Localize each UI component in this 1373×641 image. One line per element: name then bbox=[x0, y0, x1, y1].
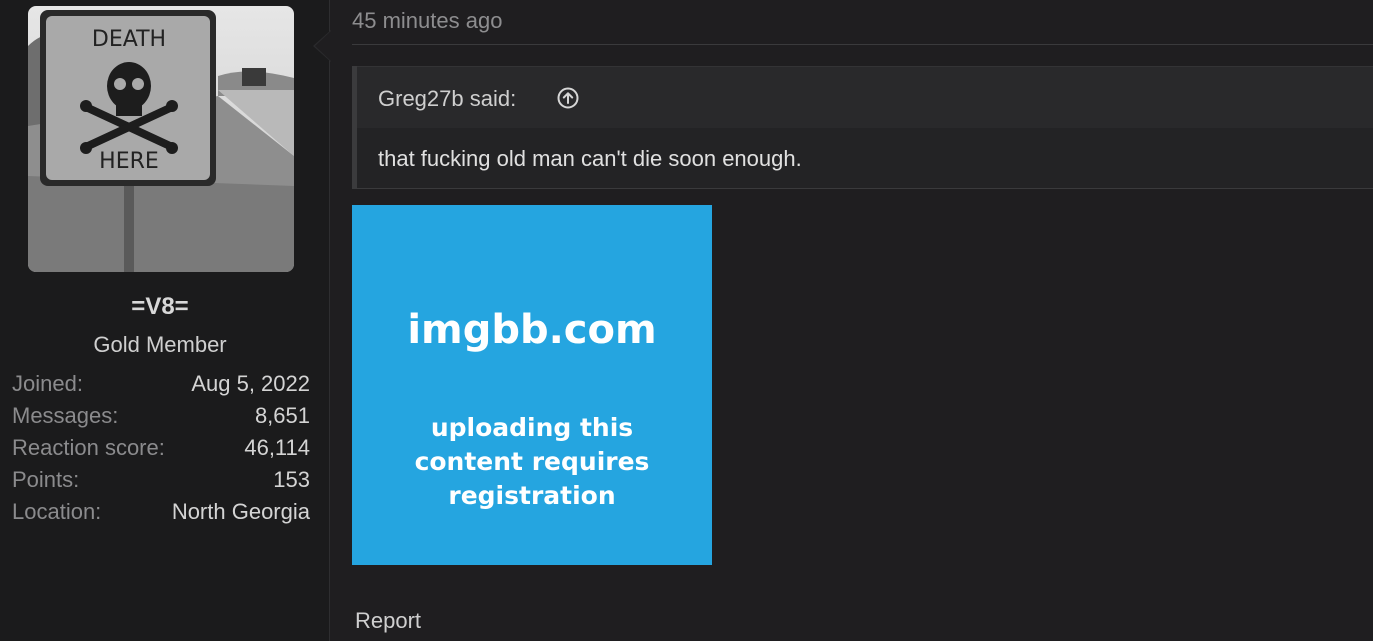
user-title: Gold Member bbox=[93, 332, 227, 357]
extra-value: 153 bbox=[273, 467, 310, 492]
quote-header: Greg27b said: bbox=[357, 66, 1373, 128]
circle-arrow-up-icon[interactable] bbox=[557, 87, 579, 109]
sign-text-death: DEATH bbox=[92, 27, 166, 52]
header-divider bbox=[352, 44, 1373, 45]
quote-bottom-border bbox=[357, 188, 1373, 189]
extra-label: Reaction score: bbox=[12, 435, 165, 460]
extra-label: Messages: bbox=[12, 403, 119, 428]
post-timestamp[interactable]: 45 minutes ago bbox=[352, 8, 502, 34]
report-link[interactable]: Report bbox=[355, 608, 421, 634]
user-panel: DEATH HERE =V8= Gold Member Joined: Aug … bbox=[0, 0, 330, 641]
embedded-image[interactable]: imgbb.com uploading this content require… bbox=[352, 205, 712, 565]
embed-note-line: registration bbox=[448, 481, 616, 510]
extra-location: Location: North Georgia bbox=[12, 496, 310, 528]
extra-label: Joined: bbox=[12, 371, 83, 396]
embed-note-line: uploading this bbox=[430, 413, 634, 442]
user-avatar[interactable]: DEATH HERE bbox=[28, 6, 294, 272]
extra-label: Location: bbox=[12, 499, 102, 524]
message-post: DEATH HERE =V8= Gold Member Joined: Aug … bbox=[0, 0, 1373, 641]
message-pointer-arrow-inner bbox=[315, 31, 331, 61]
extra-reaction-score: Reaction score: 46,114 bbox=[12, 432, 310, 464]
death-here-sign-icon: DEATH HERE bbox=[28, 6, 294, 272]
extra-value: Aug 5, 2022 bbox=[191, 371, 310, 396]
sign-text-here: HERE bbox=[99, 149, 159, 174]
quote-author[interactable]: Greg27b said: bbox=[378, 86, 516, 112]
extra-points: Points: 153 bbox=[12, 464, 310, 496]
extra-value: 8,651 bbox=[254, 403, 310, 428]
quote-block: Greg27b said: that fucking old man can't… bbox=[352, 66, 1373, 189]
extra-joined: Joined: Aug 5, 2022 bbox=[12, 368, 310, 400]
user-extras: Joined: Aug 5, 2022 Messages: 8,651 Reac… bbox=[12, 368, 310, 528]
embed-note: uploading this content requires registra… bbox=[392, 411, 672, 513]
extra-label: Points: bbox=[12, 467, 80, 492]
extra-messages: Messages: 8,651 bbox=[12, 400, 310, 432]
embed-site-label: imgbb.com bbox=[407, 307, 657, 353]
extra-value: 46,114 bbox=[244, 435, 310, 460]
quote-text: that fucking old man can't die soon enou… bbox=[378, 146, 802, 171]
extra-value: North Georgia bbox=[171, 499, 310, 524]
username-link[interactable]: =V8= bbox=[0, 293, 320, 321]
embed-note-line: content requires bbox=[414, 447, 650, 476]
